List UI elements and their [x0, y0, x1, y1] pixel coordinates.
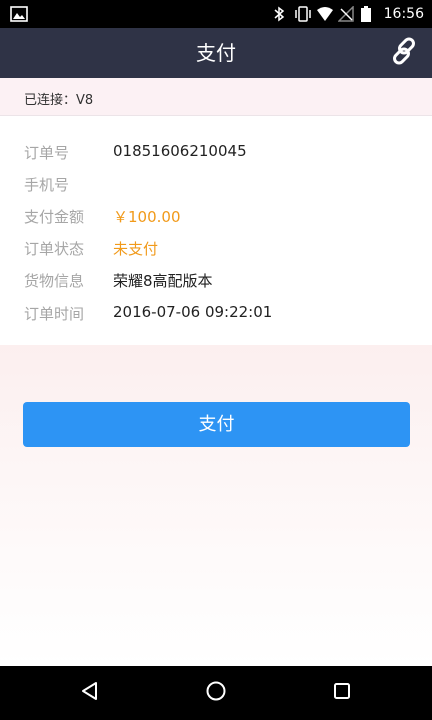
connection-status: 已连接：V8: [24, 93, 94, 108]
no-signal-icon: [336, 5, 354, 22]
phone-label: 手机号: [24, 176, 70, 194]
order-time-value: 2016-07-06 09:22:01: [113, 303, 273, 321]
app-bar: 支付: [0, 28, 432, 78]
back-button[interactable]: [75, 678, 105, 708]
recents-icon: [332, 681, 352, 705]
content-background: [0, 345, 432, 666]
page-title: 支付: [196, 41, 236, 65]
order-status-label: 订单状态: [24, 240, 85, 258]
status-bar: 16:56: [0, 0, 432, 28]
amount-value: ￥100.00: [113, 208, 181, 226]
order-status-value: 未支付: [113, 240, 159, 258]
goods-label: 货物信息: [24, 272, 85, 290]
phone-row: 手机号: [0, 169, 432, 199]
home-icon: [205, 680, 227, 706]
wifi-icon: [316, 6, 333, 22]
status-icons: 16:56: [272, 4, 424, 24]
recents-button[interactable]: [327, 678, 357, 708]
status-time: 16:56: [383, 6, 424, 22]
order-time-label: 订单时间: [24, 305, 85, 323]
vibrate-icon: [294, 6, 311, 22]
pay-button[interactable]: 支付: [23, 402, 410, 447]
goods-row: 货物信息 荣耀8高配版本: [0, 265, 432, 295]
status-row: 订单状态 未支付: [0, 233, 432, 263]
battery-icon: [360, 6, 374, 22]
bluetooth-icon: [272, 6, 286, 22]
amount-label: 支付金额: [24, 208, 85, 226]
amount-row: 支付金额 ￥100.00: [0, 201, 432, 231]
back-icon: [79, 680, 101, 706]
goods-value: 荣耀8高配版本: [113, 272, 213, 290]
order-number-row: 订单号 01851606210045: [0, 137, 432, 167]
order-time-row: 订单时间 2016-07-06 09:22:01: [0, 298, 432, 328]
link-button[interactable]: [386, 35, 422, 71]
connection-bar: 已连接：V8: [0, 78, 432, 116]
link-icon: [388, 35, 420, 71]
picture-icon: [10, 6, 28, 22]
navigation-bar: [0, 666, 432, 720]
order-number-label: 订单号: [24, 144, 70, 162]
order-number-value: 01851606210045: [113, 142, 247, 160]
home-button[interactable]: [201, 678, 231, 708]
order-info: 订单号 01851606210045 手机号 支付金额 ￥100.00 订单状态…: [0, 117, 432, 345]
